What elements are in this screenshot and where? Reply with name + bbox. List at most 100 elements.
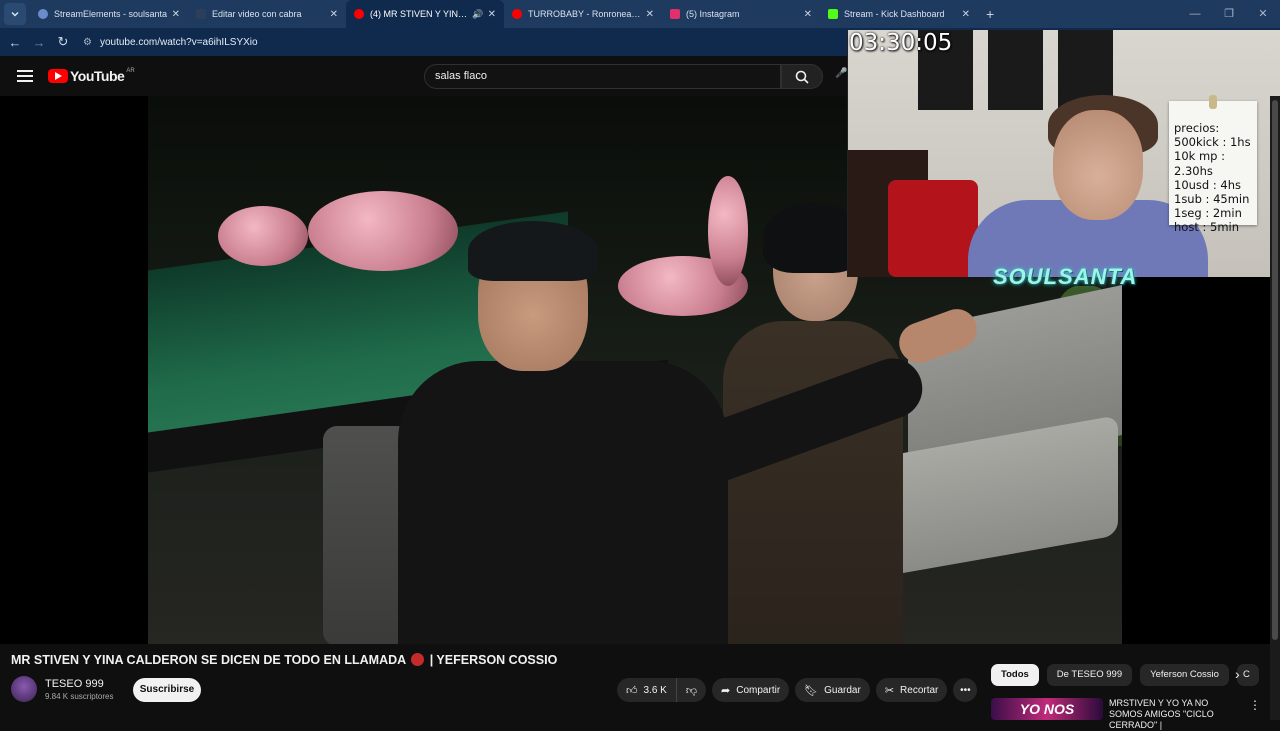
price-line: 10k mp : 2.30hs: [1174, 149, 1225, 178]
youtube-play-icon: [48, 69, 68, 83]
tab-label: Editar video con cabra: [212, 9, 302, 19]
tab-label: TURROBABY - Ronronea (prod.: [528, 9, 642, 19]
price-line: 1sub : 45min: [1174, 192, 1250, 207]
recommended-video[interactable]: YO NOS MRSTIVEN Y YO YA NO SOMOS AMIGOS …: [991, 698, 1261, 731]
tab-search-button[interactable]: [4, 3, 26, 25]
like-count: 3.6 K: [643, 684, 667, 696]
tab-label: (5) Instagram: [686, 9, 740, 19]
channel-avatar[interactable]: [11, 676, 37, 702]
tab-favicon-icon: [38, 9, 48, 19]
tab-label: StreamElements - soulsanta: [54, 9, 168, 19]
tab-label: (4) MR STIVEN Y YINA CALI: [370, 9, 468, 19]
pin-icon: [1209, 95, 1217, 109]
channel-name[interactable]: TESEO 999: [45, 678, 113, 690]
price-line: host : 5min: [1174, 220, 1240, 235]
subscriber-count: 9.84 K suscriptores: [45, 691, 114, 701]
chevron-right-icon[interactable]: ›: [1235, 666, 1240, 682]
filter-chips: Todos De TESEO 999 Yeferson Cossio C: [991, 664, 1259, 686]
close-icon[interactable]: ✕: [330, 9, 338, 20]
subscribe-button[interactable]: Suscribirse: [133, 678, 201, 702]
scissors-icon: ✂: [884, 684, 895, 697]
price-line: 10usd : 4hs: [1174, 177, 1241, 192]
angry-emoji-icon: [411, 653, 425, 666]
dislike-button[interactable]: 👎︎: [676, 678, 707, 702]
clip-label: Recortar: [900, 684, 939, 696]
share-arrow-icon: ➦: [721, 684, 731, 697]
price-line: precios:: [1174, 121, 1220, 135]
browser-tab[interactable]: Stream - Kick Dashboard ✕: [820, 0, 978, 28]
site-settings-icon[interactable]: ⚙: [83, 37, 92, 48]
page-scrollbar[interactable]: [1270, 96, 1280, 720]
stream-timer: 03:30:05: [849, 30, 953, 56]
close-window-icon[interactable]: ✕: [1246, 0, 1280, 28]
browser-tab-active[interactable]: (4) MR STIVEN Y YINA CALI 🔊 ✕: [346, 0, 504, 28]
window-controls: — ❐ ✕: [1178, 0, 1280, 28]
price-line: 1seg : 2min: [1174, 206, 1242, 221]
share-button[interactable]: ➦ Compartir: [712, 678, 790, 702]
acoustic-panel: [988, 30, 1043, 110]
close-icon[interactable]: ✕: [646, 9, 654, 20]
close-icon[interactable]: ✕: [962, 9, 970, 20]
streamer-brand-logo: SOULSANTA: [993, 264, 1138, 289]
chip-all[interactable]: Todos: [991, 664, 1039, 686]
rec-thumbnail[interactable]: YO NOS: [991, 698, 1103, 720]
chip-more[interactable]: C: [1236, 664, 1259, 686]
close-icon[interactable]: ✕: [488, 9, 496, 20]
search-icon: [795, 70, 809, 84]
url-field[interactable]: ⚙ youtube.com/watch?v=a6ihILSYXio: [83, 37, 258, 48]
logo-text: YouTube: [70, 68, 125, 84]
url-text: youtube.com/watch?v=a6ihILSYXio: [99, 36, 258, 48]
search-button[interactable]: [781, 64, 823, 89]
video-title-main: MR STIVEN Y YINA CALDERON SE DICEN DE TO…: [11, 653, 406, 667]
browser-tab[interactable]: TURROBABY - Ronronea (prod. ✕: [504, 0, 662, 28]
red-chair: [888, 180, 978, 277]
region-code: AR: [126, 68, 135, 74]
rec-title[interactable]: MRSTIVEN Y YO YA NO SOMOS AMIGOS "CICLO …: [1109, 698, 1239, 731]
thumbs-down-icon: 👎︎: [685, 684, 698, 697]
price-line: 500kick : 1hs: [1174, 135, 1251, 150]
close-icon[interactable]: ✕: [172, 9, 180, 20]
price-note: precios: 500kick : 1hs 10k mp : 2.30hs 1…: [1169, 95, 1257, 234]
chevron-down-icon: [11, 12, 19, 17]
more-vertical-icon[interactable]: ⋮: [1249, 698, 1261, 712]
minimize-icon[interactable]: —: [1178, 0, 1212, 28]
share-label: Compartir: [736, 684, 781, 696]
back-arrow-icon[interactable]: ←: [3, 35, 27, 50]
browser-tab[interactable]: StreamElements - soulsanta ✕: [30, 0, 188, 28]
reload-icon[interactable]: ↻: [51, 34, 75, 50]
thumbs-up-icon: 👍︎: [626, 684, 638, 697]
instagram-favicon-icon: [670, 9, 680, 19]
forward-arrow-icon[interactable]: →: [27, 35, 51, 50]
scrollbar-thumb[interactable]: [1272, 100, 1278, 640]
restore-icon[interactable]: ❐: [1212, 0, 1246, 28]
video-title-tail: | YEFERSON COSSIO: [429, 653, 558, 667]
streamer-head: [1053, 110, 1143, 220]
chip-topic[interactable]: Yeferson Cossio: [1140, 664, 1229, 686]
video-title: MR STIVEN Y YINA CALDERON SE DICEN DE TO…: [11, 653, 557, 667]
browser-tab-bar: StreamElements - soulsanta ✕ Editar vide…: [0, 0, 1280, 28]
menu-hamburger-icon[interactable]: [17, 70, 33, 82]
clip-button[interactable]: ✂ Recortar: [875, 678, 948, 702]
browser-tab[interactable]: Editar video con cabra ✕: [188, 0, 346, 28]
save-button[interactable]: 🔖︎ Guardar: [795, 678, 870, 702]
video-actions: 👍︎ 3.6 K 👎︎ ➦ Compartir 🔖︎ Guardar ✂ Rec…: [617, 678, 978, 702]
more-horizontal-icon: •••: [960, 684, 971, 696]
bookmark-icon: 🔖︎: [804, 684, 819, 697]
channel-info: TESEO 999 9.84 K suscriptores: [11, 676, 113, 702]
flamingo-float: [218, 206, 308, 266]
search-input[interactable]: salas flaco: [424, 64, 781, 89]
tab-favicon-icon: [196, 9, 206, 19]
man-figure: [398, 221, 983, 644]
like-button[interactable]: 👍︎ 3.6 K: [617, 678, 677, 702]
browser-tab[interactable]: (5) Instagram ✕: [662, 0, 820, 28]
speaker-icon[interactable]: 🔊: [472, 9, 483, 20]
youtube-logo[interactable]: YouTube AR: [48, 68, 135, 84]
chip-from-channel[interactable]: De TESEO 999: [1046, 664, 1133, 686]
kick-favicon-icon: [828, 9, 838, 19]
youtube-favicon-icon: [354, 9, 364, 19]
close-icon[interactable]: ✕: [804, 9, 812, 20]
tab-label: Stream - Kick Dashboard: [844, 9, 945, 19]
new-tab-plus-icon[interactable]: +: [986, 6, 994, 22]
save-label: Guardar: [824, 684, 861, 696]
more-actions-button[interactable]: •••: [953, 678, 978, 702]
